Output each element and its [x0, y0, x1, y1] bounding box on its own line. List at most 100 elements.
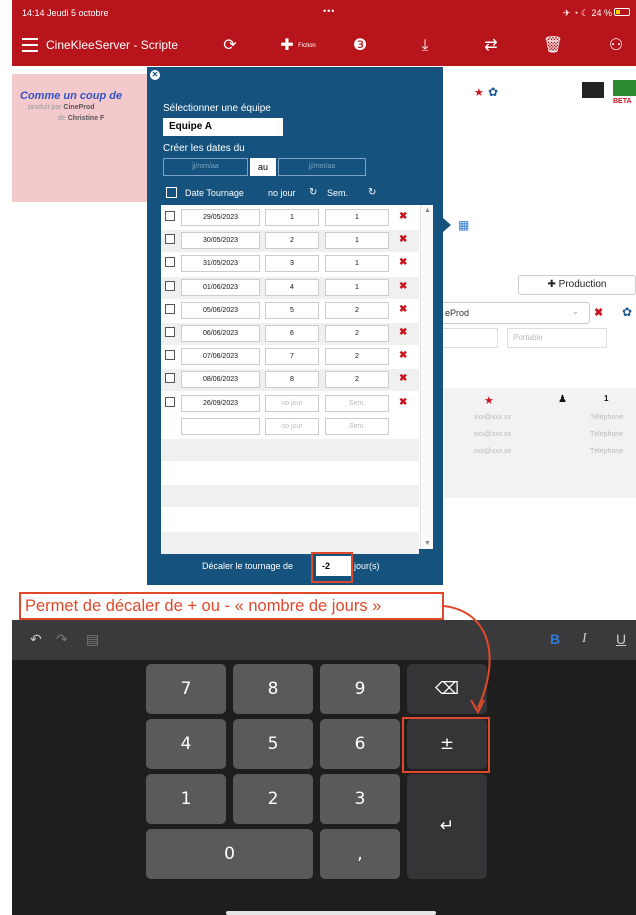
swap-icon[interactable]: ⇄ [480, 34, 502, 58]
header-date[interactable]: Date Tournage [185, 188, 244, 198]
select-all-checkbox[interactable] [166, 187, 177, 198]
scroll-down-icon[interactable]: ▼ [424, 540, 431, 547]
row-day[interactable]: 1 [265, 209, 319, 226]
row-checkbox[interactable] [165, 373, 175, 384]
user-settings-icon[interactable]: ⚇ [605, 34, 627, 58]
key-6[interactable]: 6 [320, 719, 400, 769]
row-week[interactable]: 2 [325, 325, 389, 342]
key-1[interactable]: 1 [146, 774, 226, 824]
key-5[interactable]: 5 [233, 719, 313, 769]
row-day[interactable]: no jour [265, 394, 319, 412]
date-from-input[interactable]: jj/mm/aa [163, 158, 248, 176]
row-week[interactable]: Sem. [325, 394, 389, 412]
production-gear-icon[interactable]: ✿ [622, 305, 632, 319]
project-card[interactable]: Comme un coup de produit par CineProd de… [12, 74, 155, 202]
key-9[interactable]: 9 [320, 664, 400, 714]
row-week[interactable]: 1 [325, 209, 389, 226]
beta-grid-icon[interactable] [613, 80, 636, 96]
add-production-button[interactable]: ✚ Production [518, 275, 636, 295]
phone-field[interactable] [440, 328, 498, 348]
renumber-days-icon[interactable]: ↻ [309, 187, 317, 198]
row-date[interactable]: 05/06/2023 [181, 301, 260, 319]
row-day[interactable]: 5 [265, 301, 319, 319]
row-week[interactable]: 1 [325, 255, 389, 273]
row-day[interactable]: 4 [265, 278, 319, 296]
team-select[interactable]: Equipe A [163, 118, 283, 136]
new-day-input[interactable]: no jour [265, 417, 319, 435]
scroll-up-icon[interactable]: ▲ [424, 207, 431, 214]
row-date[interactable]: 06/06/2023 [181, 325, 260, 342]
row-week[interactable]: 2 [325, 371, 389, 389]
row-checkbox[interactable] [165, 303, 175, 314]
menu-icon[interactable] [22, 38, 38, 52]
row-week[interactable]: 1 [325, 232, 389, 250]
return-key[interactable]: ↵ [407, 774, 487, 879]
key-7[interactable]: 7 [146, 664, 226, 714]
new-date-input[interactable] [181, 417, 260, 435]
user-transfer-icon[interactable]: ⤓ [414, 34, 436, 58]
key-8[interactable]: 8 [233, 664, 313, 714]
refresh-icon[interactable]: ⟳ [220, 34, 240, 58]
key-4[interactable]: 4 [146, 719, 226, 769]
row-checkbox[interactable] [165, 234, 175, 245]
delete-row-icon[interactable]: ✖ [399, 304, 407, 315]
multitasking-dots[interactable]: ••• [323, 6, 335, 16]
row-day[interactable]: 6 [265, 325, 319, 342]
delete-row-icon[interactable]: ✖ [399, 397, 407, 408]
clapperboard-icon[interactable] [582, 82, 604, 98]
row-date[interactable]: 26/09/2023 [181, 394, 260, 412]
delete-row-icon[interactable]: ✖ [399, 281, 407, 292]
underline-icon[interactable]: U [616, 631, 626, 647]
backspace-key[interactable]: ⌫ [407, 664, 487, 714]
key-2[interactable]: 2 [233, 774, 313, 824]
row-checkbox[interactable] [165, 396, 175, 407]
bold-icon[interactable]: B [550, 631, 560, 647]
key-0[interactable]: 0 [146, 829, 313, 879]
redo-icon[interactable]: ↷ [56, 631, 68, 648]
add-fiction-button[interactable]: ✚ Fiction [274, 34, 322, 58]
favorite-star-icon[interactable]: ★ [474, 86, 484, 99]
row-date[interactable]: 30/05/2023 [181, 232, 260, 250]
settings-gear-icon[interactable]: ✿ [488, 85, 498, 99]
row-day[interactable]: 7 [265, 348, 319, 366]
row-day[interactable]: 3 [265, 255, 319, 273]
undo-icon[interactable]: ↶ [30, 631, 42, 648]
row-checkbox[interactable] [165, 211, 175, 221]
delete-row-icon[interactable]: ✖ [399, 373, 407, 384]
clapper-badge-icon[interactable]: ❸ [349, 34, 371, 58]
row-day[interactable]: 8 [265, 371, 319, 389]
row-date[interactable]: 07/06/2023 [181, 348, 260, 366]
production-select[interactable]: eProd [440, 302, 590, 324]
row-week[interactable]: 2 [325, 348, 389, 366]
row-date[interactable]: 29/05/2023 [181, 209, 260, 226]
row-date[interactable]: 01/06/2023 [181, 278, 260, 296]
header-day[interactable]: no jour [268, 188, 296, 198]
row-day[interactable]: 2 [265, 232, 319, 250]
delete-row-icon[interactable]: ✖ [399, 211, 407, 222]
row-week[interactable]: 1 [325, 278, 389, 296]
row-checkbox[interactable] [165, 327, 175, 337]
row-checkbox[interactable] [165, 280, 175, 291]
close-icon[interactable]: ✕ [150, 70, 160, 80]
portable-field[interactable]: Portable [507, 328, 607, 348]
new-week-input[interactable]: Sem. [325, 417, 389, 435]
trash-icon[interactable]: 🗑 [542, 34, 564, 58]
paste-icon[interactable]: ▤ [86, 631, 99, 648]
renumber-weeks-icon[interactable]: ↻ [368, 187, 376, 198]
row-checkbox[interactable] [165, 350, 175, 361]
row-checkbox[interactable] [165, 257, 175, 268]
row-week[interactable]: 2 [325, 301, 389, 319]
delete-row-icon[interactable]: ✖ [399, 234, 407, 245]
row-date[interactable]: 31/05/2023 [181, 255, 260, 273]
home-indicator[interactable] [226, 911, 436, 915]
delete-row-icon[interactable]: ✖ [399, 350, 407, 361]
remove-production-icon[interactable]: ✖ [594, 306, 603, 319]
italic-icon[interactable]: I [582, 631, 587, 647]
table-scrollbar[interactable]: ▲ ▼ [420, 205, 433, 549]
delete-row-icon[interactable]: ✖ [399, 327, 407, 338]
calendar-icon[interactable]: ▦ [458, 218, 469, 232]
delete-row-icon[interactable]: ✖ [399, 257, 407, 268]
key-comma[interactable]: , [320, 829, 400, 879]
row-date[interactable]: 08/06/2023 [181, 371, 260, 389]
header-week[interactable]: Sem. [327, 188, 348, 198]
